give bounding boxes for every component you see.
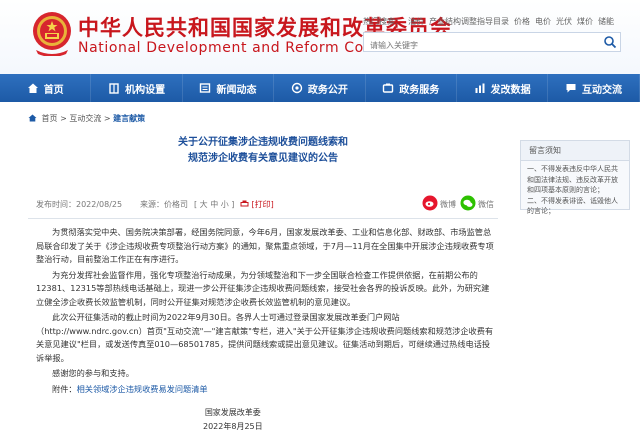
sidebar-rule: 二、不得发表诽谤、诋毁他人的言论；	[527, 196, 618, 216]
print-button[interactable]: [打印]	[240, 199, 274, 210]
share-wechat-label[interactable]: 微信	[478, 199, 494, 210]
nav-label: 机构设置	[125, 84, 166, 96]
article-main: 关于公开征集涉企违规收费问题线索和 规范涉企收费有关意见建议的公告 发布时间：2…	[28, 127, 498, 394]
home-icon	[28, 114, 37, 122]
nav-label: 发改数据	[490, 84, 531, 96]
open-gov-icon	[291, 82, 303, 94]
share-weibo-label[interactable]: 微博	[440, 199, 456, 210]
service-icon	[383, 83, 394, 93]
sidebar-notice: 留言须知 一、不得发表违反中华人民共和国法律法规、违反改革开放和四项基本原则的言…	[520, 140, 630, 215]
breadcrumb-separator: >	[60, 114, 67, 123]
search-box	[363, 32, 621, 55]
breadcrumb-section[interactable]: 互动交流	[69, 114, 101, 123]
breadcrumb-current[interactable]: 建言献策	[113, 114, 145, 123]
font-size-control[interactable]: [ 大 中 小 ]	[194, 199, 234, 210]
nav-interact[interactable]: 互动交流	[548, 74, 640, 102]
signature: 国家发展改革委	[204, 408, 261, 417]
nav-label: 政务公开	[307, 84, 348, 96]
article-title: 关于公开征集涉企违规收费问题线索和 规范涉企收费有关意见建议的公告	[28, 135, 498, 167]
building-icon	[109, 83, 119, 94]
nav-news[interactable]: 新闻动态	[183, 74, 275, 102]
article-paragraph: 感谢您的参与和支持。	[52, 368, 134, 378]
attachment-label: 附件：	[52, 383, 77, 394]
nav-label: 政务服务	[399, 84, 440, 96]
nav-data[interactable]: 发改数据	[457, 74, 549, 102]
nav-label: 新闻动态	[216, 84, 257, 96]
weibo-icon	[422, 195, 438, 211]
article-title-line: 规范涉企收费有关意见建议的公告	[188, 153, 338, 164]
hot-term[interactable]: 储能	[598, 17, 614, 26]
article-title-line: 关于公开征集涉企违规收费问题线索和	[178, 137, 348, 148]
hot-search: 热门搜索： 油价 产业结构调整指导目录 价格 电价 光伏 煤价 储能	[363, 16, 619, 27]
sign-date: 2022年8月25日	[203, 422, 263, 431]
breadcrumb: 首页 > 互动交流 > 建言献策	[28, 113, 145, 124]
nav-organization[interactable]: 机构设置	[91, 74, 183, 102]
attachment: 附件：相关领域涉企违规收费易发问题清单	[36, 383, 496, 397]
nav-open-gov[interactable]: 政务公开	[274, 74, 366, 102]
search-input[interactable]	[364, 36, 600, 55]
main-nav: 首页 机构设置 新闻动态 政务公开 政务服务 发改数据 互动交流	[0, 74, 640, 102]
wechat-icon	[460, 195, 476, 211]
hot-term[interactable]: 价格	[514, 17, 530, 26]
attachment-link[interactable]: 相关领域涉企违规收费易发问题清单	[77, 384, 208, 394]
sidebar-rules: 一、不得发表违反中华人民共和国法律法规、违反改革开放和四项基本原则的言论； 二、…	[521, 161, 629, 220]
article-source: 来源：价格司	[140, 200, 188, 209]
article-body: 为贯彻落实党中央、国务院决策部署，经国务院同意，今年6月，国家发展改革委、工业和…	[36, 226, 496, 398]
signature-block: 国家发展改革委 2022年8月25日	[203, 406, 263, 434]
hot-search-label: 热门搜索：	[363, 17, 403, 26]
nav-label: 首页	[43, 84, 64, 96]
national-emblem-icon	[33, 12, 71, 56]
article-paragraph: 为充分发挥社会监督作用，强化专项整治行动成果，为分领域整治和下一步全国联合检查工…	[36, 269, 490, 307]
site-header: 中华人民共和国国家发展和改革委员会 National Development a…	[0, 0, 640, 74]
sidebar-title: 留言须知	[521, 141, 629, 161]
nav-home[interactable]: 首页	[0, 74, 92, 102]
nav-services[interactable]: 政务服务	[366, 74, 457, 102]
search-icon[interactable]	[602, 35, 618, 49]
article-paragraph: 此次公开征集活动的截止时间为2022年9月30日。各界人士可通过登录国家发展改革…	[36, 312, 494, 363]
hot-term[interactable]: 电价	[535, 17, 551, 26]
hot-term[interactable]: 光伏	[556, 17, 572, 26]
news-icon	[200, 83, 211, 93]
interact-icon	[566, 84, 576, 93]
publish-date: 发布时间：2022/08/25	[36, 200, 123, 209]
hot-term[interactable]: 煤价	[577, 17, 593, 26]
article-meta: 发布时间：2022/08/25 来源：价格司 [ 大 中 小 ] [打印] 微博…	[32, 194, 494, 216]
sidebar-rule: 一、不得发表违反中华人民共和国法律法规、违反改革开放和四项基本原则的言论；	[527, 165, 618, 194]
home-icon	[27, 83, 38, 93]
hot-term[interactable]: 产业结构调整指导目录	[429, 17, 509, 26]
print-label: [打印]	[251, 200, 274, 209]
print-icon	[240, 200, 249, 207]
share-weibo[interactable]	[422, 195, 438, 213]
nav-label: 互动交流	[582, 84, 623, 96]
divider	[28, 218, 498, 219]
data-icon	[475, 83, 485, 93]
breadcrumb-home[interactable]: 首页	[42, 114, 58, 123]
breadcrumb-separator: >	[103, 114, 111, 123]
article-paragraph: 为贯彻落实党中央、国务院决策部署，经国务院同意，今年6月，国家发展改革委、工业和…	[36, 227, 494, 264]
share-wechat[interactable]	[460, 195, 476, 213]
hot-term[interactable]: 油价	[408, 17, 424, 26]
